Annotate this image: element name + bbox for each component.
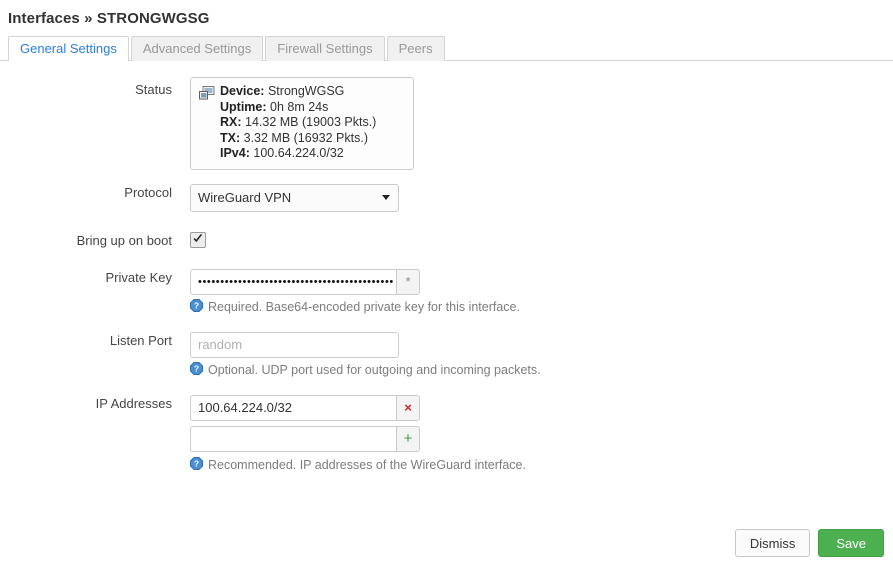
ip-addresses-hint-text: Recommended. IP addresses of the WireGua…: [208, 458, 526, 472]
status-line-rx: RX: 14.32 MB (19003 Pkts.): [220, 115, 376, 131]
ip-address-input-new[interactable]: [190, 425, 396, 452]
save-button[interactable]: Save: [818, 529, 884, 557]
ip-address-input[interactable]: [190, 394, 396, 421]
svg-text:?: ?: [194, 458, 199, 468]
bring-up-on-boot-label: Bring up on boot: [76, 232, 172, 248]
page-title-section: Interfaces: [8, 10, 80, 27]
status-value-tx: 3.32 MB (16932 Pkts.): [243, 130, 368, 145]
form-actions: Dismiss Save: [734, 529, 884, 557]
status-value-device: StrongWGSG: [267, 84, 345, 98]
status-key-ipv4: IPv4:: [220, 146, 250, 160]
page-title: Interfaces » STRONGWGSG: [0, 0, 893, 27]
tab-advanced-settings[interactable]: Advanced Settings: [130, 36, 264, 61]
field-row-status: Status Device: StrongWGSG Uptime: 0h 8m …: [0, 77, 893, 170]
status-key-device: Device:: [220, 84, 265, 98]
status-key-rx: RX:: [220, 115, 242, 129]
tab-peers-label: Peers: [398, 41, 433, 56]
ip-address-entry: ×: [190, 394, 420, 421]
tab-firewall-settings[interactable]: Firewall Settings: [265, 36, 385, 61]
status-value-rx: 14.32 MB (19003 Pkts.): [245, 115, 377, 129]
status-line-ipv4: IPv4: 100.64.224.0/32: [220, 146, 376, 162]
checkmark-icon: [193, 234, 203, 243]
svg-text:?: ?: [194, 363, 199, 373]
general-settings-form: Status Device: StrongWGSG Uptime: 0h 8m …: [0, 61, 893, 490]
protocol-select[interactable]: WireGuard VPN: [190, 183, 399, 212]
info-icon: ?: [190, 361, 203, 379]
status-line-uptime: Uptime: 0h 8m 24s: [220, 100, 376, 116]
private-key-label: Private Key: [105, 269, 172, 285]
private-key-input[interactable]: ••••••••••••••••••••••••••••••••••••••••…: [190, 268, 396, 295]
device-icon: [199, 86, 215, 100]
tab-firewall-settings-label: Firewall Settings: [277, 41, 373, 56]
listen-port-hint: ? Optional. UDP port used for outgoing a…: [190, 361, 893, 379]
svg-text:?: ?: [194, 300, 199, 310]
status-line-device: Device: StrongWGSG: [220, 84, 376, 100]
info-icon: ?: [190, 456, 203, 474]
protocol-label: Protocol: [124, 184, 172, 200]
tab-general-settings[interactable]: General Settings: [8, 36, 129, 61]
private-key-hint-text: Required. Base64-encoded private key for…: [208, 300, 520, 314]
breadcrumb-separator: »: [84, 10, 93, 27]
status-key-tx: TX:: [220, 130, 241, 145]
tab-advanced-settings-label: Advanced Settings: [142, 41, 252, 56]
ip-addresses-hint: ? Recommended. IP addresses of the WireG…: [190, 456, 893, 474]
settings-tabs: General Settings Advanced Settings Firew…: [0, 36, 893, 61]
private-key-reveal-button[interactable]: *: [396, 268, 420, 295]
status-box: Device: StrongWGSG Uptime: 0h 8m 24s RX:…: [190, 77, 414, 170]
ip-address-add-button[interactable]: +: [396, 425, 420, 452]
bring-up-on-boot-checkbox[interactable]: [190, 232, 206, 249]
status-line-tx: TX: 3.32 MB (16932 Pkts.): [220, 131, 376, 147]
listen-port-label: Listen Port: [109, 332, 172, 348]
status-lines: Device: StrongWGSG Uptime: 0h 8m 24s RX:…: [220, 84, 376, 162]
field-row-protocol: Protocol WireGuard VPN: [0, 183, 893, 212]
ip-address-remove-button[interactable]: ×: [396, 394, 420, 421]
tab-general-settings-label: General Settings: [20, 41, 117, 56]
status-key-uptime: Uptime:: [220, 99, 267, 114]
status-value-uptime: 0h 8m 24s: [270, 99, 329, 114]
private-key-hint: ? Required. Base64-encoded private key f…: [190, 298, 893, 316]
field-row-bring-up-on-boot: Bring up on boot: [0, 232, 893, 250]
field-row-private-key: Private Key ••••••••••••••••••••••••••••…: [0, 268, 893, 332]
dismiss-button[interactable]: Dismiss: [734, 529, 811, 557]
ip-address-entry-new: +: [190, 425, 420, 452]
private-key-input-group: ••••••••••••••••••••••••••••••••••••••••…: [190, 268, 420, 295]
status-value-ipv4: 100.64.224.0/32: [253, 146, 344, 160]
listen-port-hint-text: Optional. UDP port used for outgoing and…: [208, 363, 541, 377]
ip-addresses-label: IP Addresses: [95, 395, 172, 411]
field-row-ip-addresses: IP Addresses × + ? Recommended. IP addre…: [0, 394, 893, 490]
tab-peers[interactable]: Peers: [386, 36, 445, 61]
page-title-interface-name: STRONGWGSG: [96, 10, 210, 27]
listen-port-input[interactable]: [190, 331, 399, 358]
info-icon: ?: [190, 298, 203, 316]
status-label: Status: [135, 82, 172, 97]
field-row-listen-port: Listen Port ? Optional. UDP port used fo…: [0, 331, 893, 395]
